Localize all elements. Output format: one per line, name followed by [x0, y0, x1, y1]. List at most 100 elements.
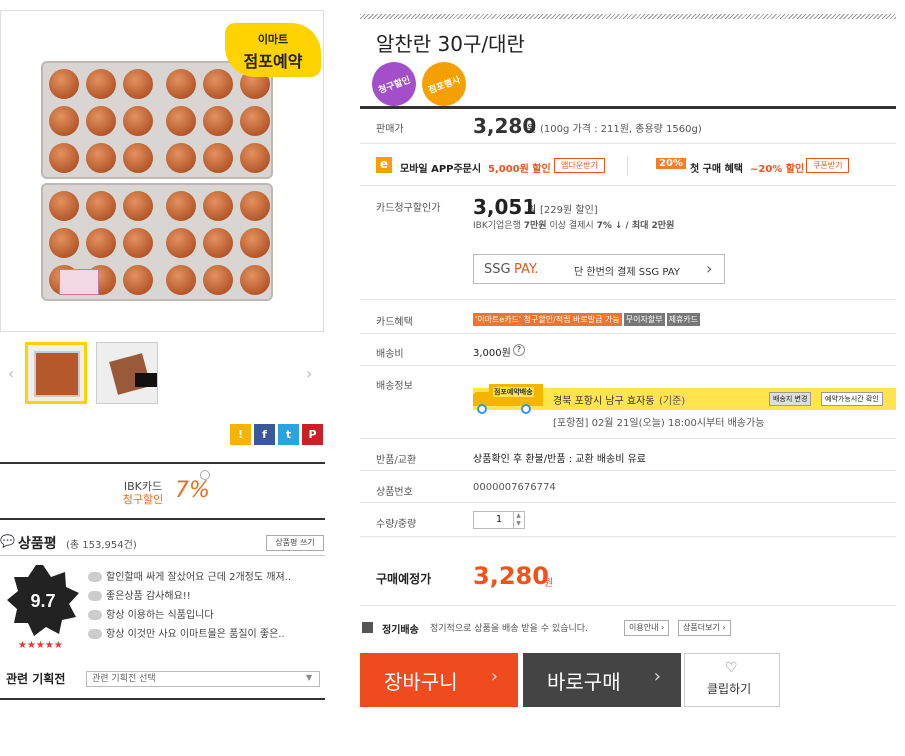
egg	[123, 69, 153, 99]
divider	[0, 518, 325, 520]
info-icon[interactable]	[200, 470, 210, 480]
usage-guide-button[interactable]: 이용안내 ›	[624, 620, 670, 636]
quantity-stepper[interactable]: ▲ ▼	[513, 512, 523, 528]
bookmark-icon[interactable]: !	[230, 424, 251, 445]
thumbnail-1[interactable]	[25, 342, 87, 404]
egg	[86, 106, 116, 136]
review-item[interactable]: 할인할때 싸게 잘샀어요 근데 2개정도 깨져..	[88, 568, 291, 583]
divider-vertical	[627, 156, 628, 176]
divider	[360, 470, 896, 471]
check-time-button[interactable]: 예약가능시간 확인	[821, 392, 883, 406]
divider	[360, 143, 896, 144]
twitter-icon[interactable]: t	[278, 424, 299, 445]
help-icon[interactable]: ?	[513, 344, 525, 356]
ibk-card-percent: 7%	[175, 478, 210, 503]
card-percent: 7%	[596, 221, 612, 231]
first-purchase-percent: 20%	[656, 158, 686, 169]
change-address-button[interactable]: 배송지 변경	[769, 392, 812, 406]
shipping-fee-label: 배송비	[376, 349, 404, 360]
egg	[86, 69, 116, 99]
egg	[166, 69, 196, 99]
badge-line1: 이마트	[257, 33, 289, 46]
chevron-down-icon: ▼	[306, 673, 313, 682]
egg	[166, 228, 196, 258]
emart-app-icon: e	[376, 157, 392, 173]
regular-delivery-text: 정기적으로 상품을 배송 받을 수 있습니다.	[430, 624, 588, 634]
card-bank: IBK기업은행	[473, 221, 521, 231]
review-text: 항상 이용하는 식품입니다	[106, 610, 214, 621]
cart-label: 장바구니	[384, 670, 458, 694]
quantity-label: 수량/중량	[376, 519, 417, 530]
app-discount: 5,000원 할인	[488, 164, 551, 175]
thumbnail-hand	[135, 373, 157, 387]
product-gallery: 이마트 점포예약 ‹ › ! f t P IBK카드 청구할인 7% 💬 상품평…	[0, 0, 330, 756]
egg	[203, 228, 233, 258]
truck-wheel	[521, 404, 531, 414]
app-download-button[interactable]: 앱다운받기	[554, 158, 605, 173]
benefit-tag-emart-card[interactable]: '이마트e카드' 청구할인/적립 바로발급 가능	[473, 313, 622, 326]
product-title: 알찬란 30구/대란	[376, 32, 525, 56]
ssg-logo-b: PAY.	[514, 262, 539, 277]
benefit-tag-partner-card[interactable]: 제휴카드	[666, 313, 701, 326]
write-review-button[interactable]: 상품평 쓰기	[266, 535, 324, 551]
divider	[360, 536, 896, 537]
review-item[interactable]: 항상 이것만 사요 이마트몰은 품질이 좋은..	[88, 625, 285, 640]
regular-delivery-checkbox[interactable]	[362, 622, 373, 633]
clip-button[interactable]: ♡ 클립하기	[684, 653, 780, 707]
review-text: 할인할때 싸게 잘샀어요 근데 2개정도 깨져..	[106, 572, 292, 583]
review-text: 좋은상품 감사해요!!	[106, 591, 191, 602]
pinterest-icon[interactable]: P	[302, 424, 323, 445]
regular-delivery-label: 정기배송	[382, 625, 419, 636]
divider	[0, 698, 325, 700]
shipping-info-label: 배송정보	[376, 381, 413, 392]
product-main-image[interactable]: 이마트 점포예약	[0, 10, 324, 332]
review-item[interactable]: 항상 이용하는 식품입니다	[88, 606, 214, 621]
coupon-button[interactable]: 쿠폰받기	[806, 158, 850, 173]
egg	[240, 191, 270, 221]
speech-bubble-icon: 💬	[0, 534, 15, 548]
egg	[203, 265, 233, 295]
egg	[123, 106, 153, 136]
review-text: 항상 이것만 사요 이마트몰은 품질이 좋은..	[106, 629, 285, 640]
ibk-card-promo: IBK카드 청구할인 7%	[120, 470, 220, 510]
egg	[203, 191, 233, 221]
review-bubble-icon	[88, 591, 102, 601]
cart-button[interactable]: 장바구니 ›	[360, 653, 518, 707]
total-price-unit: 원	[544, 578, 554, 589]
divider	[360, 365, 896, 366]
egg	[240, 143, 270, 173]
egg	[166, 106, 196, 136]
shipping-address: 경북 포항시 남구 효자동	[553, 396, 655, 407]
chevron-right-icon: ›	[490, 666, 498, 687]
review-item[interactable]: 좋은상품 감사해요!!	[88, 587, 191, 602]
egg	[49, 191, 79, 221]
unit-price-note: (100g 가격 : 211원, 총용량 1560g)	[540, 124, 702, 135]
ibk-card-line2: 청구할인	[122, 493, 164, 506]
buy-now-label: 바로구매	[547, 670, 621, 694]
egg	[123, 228, 153, 258]
egg-tray-image	[41, 61, 273, 301]
egg	[203, 69, 233, 99]
related-events: 관련 기획전 관련 기획전 선택 ▼	[0, 668, 325, 698]
review-count: (총 153,954건)	[66, 540, 137, 551]
egg-tray-top	[41, 61, 273, 179]
thumb-prev-icon[interactable]: ‹	[8, 364, 14, 383]
thumb-next-icon[interactable]: ›	[306, 364, 312, 383]
related-events-select[interactable]: 관련 기획전 선택	[86, 671, 320, 687]
divider-thick	[360, 106, 896, 109]
badge-store-event: 점포행사	[415, 55, 473, 113]
first-purchase-discount: ~20% 할인	[750, 164, 805, 175]
divider	[360, 299, 896, 300]
egg	[86, 228, 116, 258]
egg	[166, 143, 196, 173]
divider	[360, 438, 896, 439]
more-products-button[interactable]: 상품더보기 ›	[678, 620, 731, 636]
buy-now-button[interactable]: 바로구매 ›	[523, 653, 681, 707]
ssg-pay-banner[interactable]: SSG PAY. 단 한번의 결제 SSG PAY ›	[473, 254, 725, 284]
review-score-badge: 9.7	[7, 565, 79, 636]
egg	[123, 191, 153, 221]
benefit-tag-installment[interactable]: 무이자할부	[623, 313, 665, 326]
thumbnail-2[interactable]	[96, 342, 158, 404]
egg	[240, 106, 270, 136]
facebook-icon[interactable]: f	[254, 424, 275, 445]
